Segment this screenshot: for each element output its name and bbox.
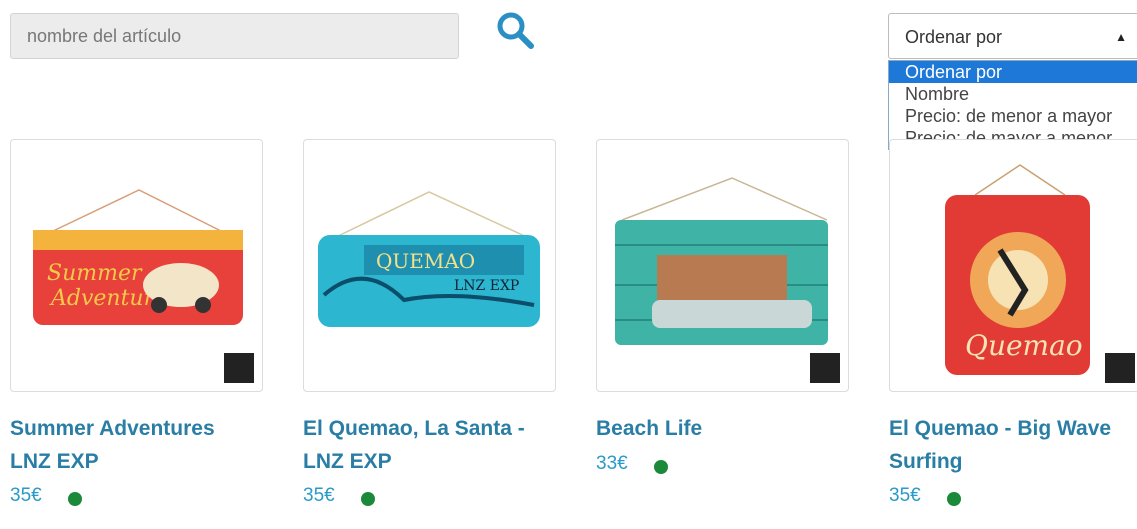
product-title-line: Summer Adventures xyxy=(10,417,215,440)
product-card-image[interactable]: Quemao xyxy=(889,139,1137,392)
product-price: 35€ xyxy=(889,485,921,506)
product-image xyxy=(615,177,840,383)
svg-text:QUEMAO: QUEMAO xyxy=(376,249,475,273)
stock-indicator xyxy=(361,492,375,506)
sort-option-default[interactable]: Ordenar por xyxy=(889,61,1137,83)
stock-indicator xyxy=(947,492,961,506)
product-title-line: Surfing xyxy=(889,450,963,473)
svg-text:Summer: Summer xyxy=(47,261,143,286)
product-price: 35€ xyxy=(10,485,42,506)
product-price: 33€ xyxy=(596,453,628,474)
stock-indicator xyxy=(654,460,668,474)
product-image: QUEMAO LNZ EXP xyxy=(318,191,540,327)
sort-dropdown-list: Ordenar por Nombre Precio: de menor a ma… xyxy=(888,60,1137,150)
product-title[interactable]: El Quemao, La Santa - LNZ EXP xyxy=(303,412,563,478)
sort-option-name[interactable]: Nombre xyxy=(889,83,1137,105)
product-title[interactable]: El Quemao - Big Wave Surfing xyxy=(889,412,1137,478)
search-input[interactable] xyxy=(10,13,459,59)
product-title-line: El Quemao, La Santa - xyxy=(303,417,525,440)
product-price: 35€ xyxy=(303,485,335,506)
product-title-line: El Quemao - Big Wave xyxy=(889,417,1112,440)
product-image: Quemao xyxy=(945,164,1135,383)
product-card-image[interactable] xyxy=(596,139,849,392)
select-arrows-icon: ▲ xyxy=(1115,30,1127,44)
sort-option-price-asc[interactable]: Precio: de menor a mayor xyxy=(889,105,1137,127)
search-button[interactable] xyxy=(495,10,537,52)
product-card-image[interactable]: Summer Adventures xyxy=(10,139,263,392)
product-image: Summer Adventures xyxy=(33,189,254,383)
sort-select-value: Ordenar por xyxy=(905,27,1003,47)
sort-select[interactable]: Ordenar por ▲ xyxy=(888,13,1137,59)
svg-text:Quemao: Quemao xyxy=(965,329,1083,362)
search-icon xyxy=(497,12,534,49)
product-title[interactable]: Summer Adventures LNZ EXP xyxy=(10,412,270,478)
stock-indicator xyxy=(68,492,82,506)
product-title-line: LNZ EXP xyxy=(10,450,99,473)
product-title-line: Beach Life xyxy=(596,417,703,440)
product-title[interactable]: Beach Life xyxy=(596,412,856,445)
product-card-image[interactable]: QUEMAO LNZ EXP xyxy=(303,139,556,392)
svg-text:LNZ EXP: LNZ EXP xyxy=(454,278,519,294)
product-title-line: LNZ EXP xyxy=(303,450,392,473)
